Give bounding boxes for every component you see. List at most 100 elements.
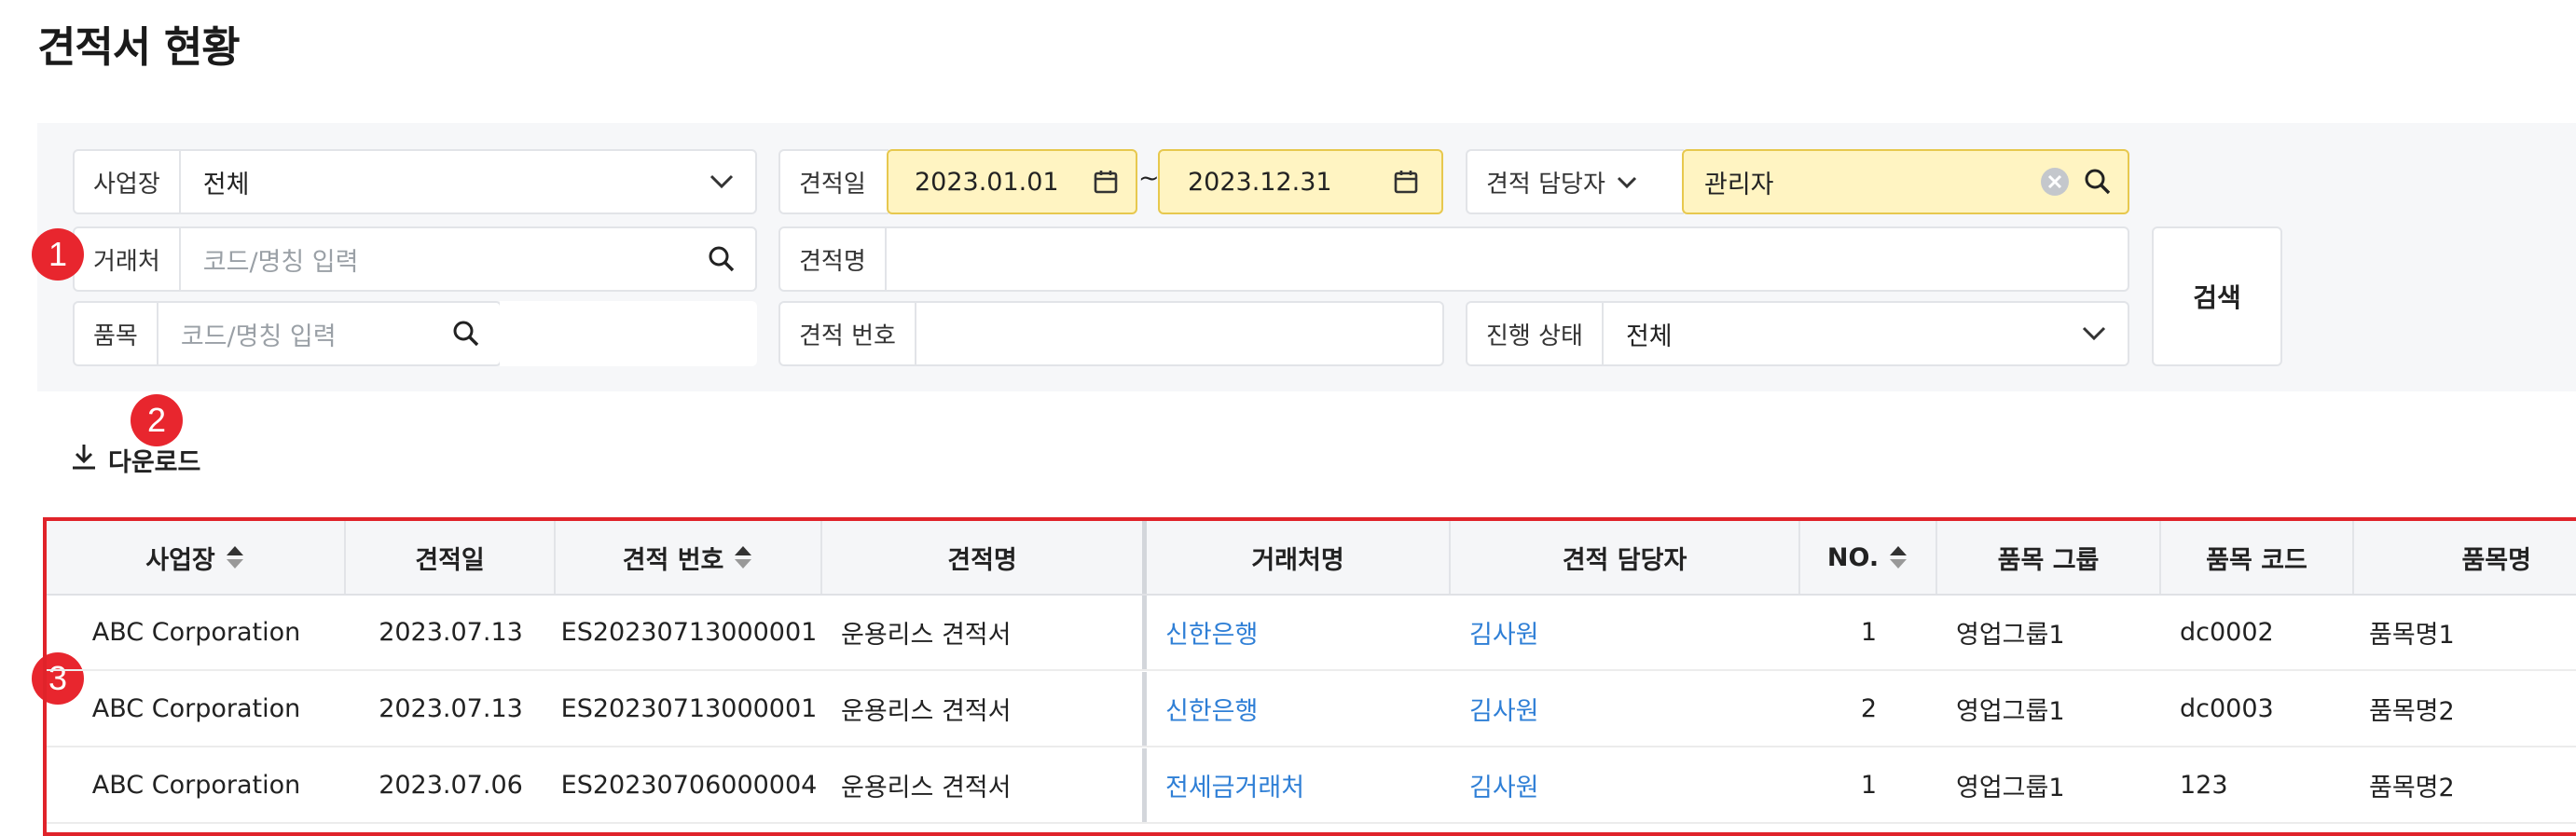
column-header-label: 견적 담당자 — [1562, 545, 1687, 575]
cell-client-name[interactable]: 신한은행 — [1147, 672, 1451, 746]
cell-date: 2023.07.13 — [379, 618, 523, 647]
cell-item-group: 영업그룹1 — [1956, 621, 2065, 650]
cell-date: 2023.07.13 — [379, 694, 523, 723]
column-header-workplace[interactable]: 사업장 — [47, 521, 346, 594]
cell-estimate-name: 운용리스 견적서 — [822, 596, 1147, 669]
estimate-date-label-box: 견적일 — [778, 149, 889, 214]
estimate-name-input[interactable]: 견적명 — [778, 226, 2129, 292]
column-header-label: 거래처명 — [1251, 545, 1344, 575]
download-icon — [69, 442, 99, 478]
manager-type-select[interactable]: 견적 담당자 — [1466, 149, 1684, 214]
badge-1: 1 — [32, 228, 84, 281]
chevron-down-icon — [1617, 168, 1637, 196]
column-header-label: 견적일 — [415, 545, 485, 575]
item-label: 품목 — [75, 303, 158, 364]
cell-item-name: 품목명2 — [2369, 774, 2455, 802]
cell-no: 1 — [1860, 618, 1878, 647]
column-header-no[interactable]: NO. — [1800, 521, 1937, 594]
sort-icon[interactable] — [225, 543, 245, 571]
item-extra-field[interactable] — [500, 301, 757, 366]
search-icon[interactable] — [2073, 151, 2122, 212]
cell-manager[interactable]: 김사원 — [1451, 672, 1800, 746]
client-input[interactable]: 거래처 코드/명칭 입력 — [73, 226, 757, 292]
date-to-input[interactable]: 2023.12.31 — [1158, 149, 1443, 214]
estimate-number-value — [916, 303, 1442, 364]
cell-estimate-name: 운용리스 견적서 — [822, 672, 1147, 746]
table-header: 사업장 견적일 견적 번호 견적명 거래처명 견적 담당자 NO. 품목 그룹 품목 코드 품목명 — [47, 521, 2576, 596]
sort-icon[interactable] — [733, 543, 753, 571]
clear-icon[interactable] — [2036, 151, 2073, 212]
cell-workplace: ABC Corporation — [91, 694, 301, 723]
cell-item-code: 123 — [2180, 771, 2228, 800]
workplace-select[interactable]: 사업장 전체 — [73, 149, 757, 214]
date-from-value: 2023.01.01 — [915, 167, 1059, 197]
status-select[interactable]: 진행 상태 전체 — [1466, 301, 2129, 366]
search-icon[interactable] — [697, 228, 746, 290]
date-separator: ~ — [1138, 164, 1160, 193]
manager-input[interactable]: 관리자 — [1682, 149, 2129, 214]
column-header-estimate-name: 견적명 — [822, 521, 1147, 594]
cell-item-group: 영업그룹1 — [1956, 774, 2065, 802]
calendar-icon[interactable] — [1382, 151, 1430, 212]
cell-item-group: 영업그룹1 — [1956, 697, 2065, 726]
estimate-number-input[interactable]: 견적 번호 — [778, 301, 1444, 366]
page-title: 견적서 현황 — [37, 22, 241, 72]
item-placeholder: 코드/명칭 입력 — [180, 322, 337, 351]
chevron-down-icon — [2070, 303, 2118, 364]
table-row[interactable]: ABC Corporation 2023.07.13 ES2023071300000… — [47, 596, 2576, 671]
table-row[interactable]: ABC Corporation 2023.07.13 ES2023071300000… — [47, 672, 2576, 747]
cell-item-code: dc0002 — [2180, 618, 2274, 647]
column-header-manager: 견적 담당자 — [1451, 521, 1800, 594]
client-label: 거래처 — [75, 228, 181, 290]
table-row[interactable]: ABC Corporation 2023.07.06 ES2023070600000… — [47, 748, 2576, 824]
cell-date: 2023.07.06 — [379, 771, 523, 800]
column-header-label: 품목 코드 — [2206, 545, 2307, 575]
search-button[interactable]: 검색 — [2152, 226, 2282, 366]
workplace-value: 전체 — [202, 170, 250, 199]
client-placeholder: 코드/명칭 입력 — [202, 247, 359, 277]
status-value: 전체 — [1625, 322, 1673, 351]
manager-label: 견적 담당자 — [1486, 170, 1605, 199]
search-icon[interactable] — [442, 303, 490, 364]
cell-no: 2 — [1860, 694, 1878, 723]
cell-manager[interactable]: 김사원 — [1451, 596, 1800, 669]
cell-estimate-number: ES20230713000001 — [560, 618, 818, 647]
badge-2: 2 — [131, 394, 183, 446]
column-header-client-name: 거래처명 — [1147, 521, 1451, 594]
column-header-label: 견적명 — [947, 545, 1017, 575]
cell-manager[interactable]: 김사원 — [1451, 748, 1800, 822]
table-grid: 사업장 견적일 견적 번호 견적명 거래처명 견적 담당자 NO. 품목 그룹 품목 코드 품목명… — [47, 521, 2576, 832]
column-header-label: 견적 번호 — [622, 545, 724, 575]
column-header-date: 견적일 — [346, 521, 556, 594]
calendar-icon[interactable] — [1081, 151, 1130, 212]
cell-estimate-number: ES20230706000004 — [560, 771, 818, 800]
results-table: 사업장 견적일 견적 번호 견적명 거래처명 견적 담당자 NO. 품목 그룹 품목 코드 품목명… — [43, 517, 2576, 836]
cell-workplace: ABC Corporation — [91, 771, 301, 800]
date-to-value: 2023.12.31 — [1188, 167, 1332, 197]
cell-client-name[interactable]: 신한은행 — [1147, 596, 1451, 669]
cell-item-code: dc0003 — [2180, 694, 2274, 723]
column-header-label: 품목명 — [2461, 545, 2531, 575]
item-input[interactable]: 품목 코드/명칭 입력 — [73, 301, 502, 366]
date-from-input[interactable]: 2023.01.01 — [887, 149, 1137, 214]
sort-icon[interactable] — [1888, 543, 1908, 571]
column-header-label: 품목 그룹 — [1997, 545, 2100, 575]
workplace-label: 사업장 — [75, 151, 181, 212]
cell-item-name: 품목명1 — [2369, 621, 2455, 650]
download-label: 다운로드 — [108, 448, 201, 477]
manager-value: 관리자 — [1704, 170, 1774, 199]
cell-no: 1 — [1860, 771, 1878, 800]
column-header-label: 사업장 — [145, 545, 215, 575]
status-label: 진행 상태 — [1467, 303, 1604, 364]
estimate-name-value — [887, 228, 2128, 290]
cell-estimate-name: 운용리스 견적서 — [822, 748, 1147, 822]
chevron-down-icon — [697, 151, 746, 212]
download-button[interactable]: 다운로드 — [69, 442, 200, 478]
column-header-item-group: 품목 그룹 — [1937, 521, 2161, 594]
cell-workplace: ABC Corporation — [91, 618, 301, 647]
estimate-date-label: 견적일 — [799, 170, 866, 199]
cell-client-name[interactable]: 전세금거래처 — [1147, 748, 1451, 822]
column-header-estimate-number[interactable]: 견적 번호 — [556, 521, 822, 594]
cell-estimate-number: ES20230713000001 — [560, 694, 818, 723]
cell-item-name: 품목명2 — [2369, 697, 2455, 726]
